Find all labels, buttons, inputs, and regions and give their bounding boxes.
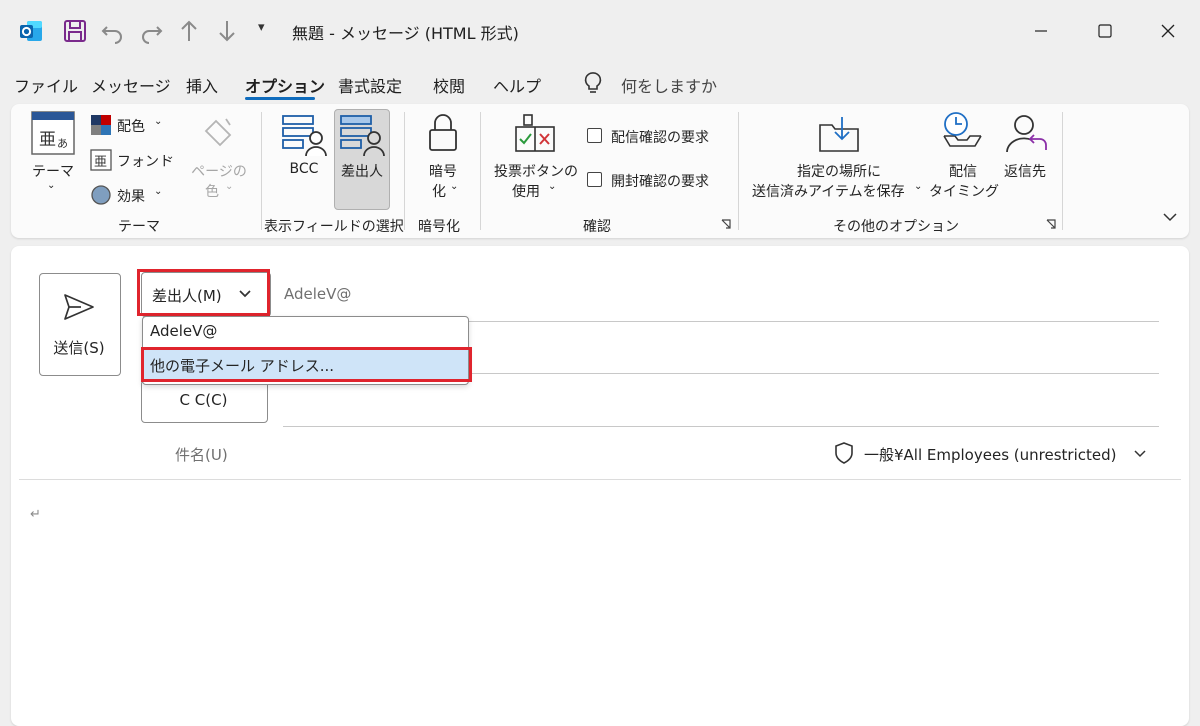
message-body[interactable] xyxy=(19,490,1181,700)
reply-to-label[interactable]: 返信先 xyxy=(996,161,1054,181)
close-button[interactable] xyxy=(1143,14,1193,48)
send-button[interactable] xyxy=(39,273,121,376)
encrypt-label-2[interactable]: 化 xyxy=(432,181,446,201)
maximize-button[interactable] xyxy=(1080,14,1130,48)
lightbulb-icon xyxy=(583,71,603,95)
delay-delivery-label-2[interactable]: タイミング xyxy=(929,181,999,201)
subject-label: 件名(U) xyxy=(175,446,228,464)
group-divider xyxy=(480,112,481,230)
group-divider xyxy=(1062,112,1063,230)
theme-button-label[interactable]: テーマ xyxy=(31,161,75,181)
save-sent-label-2[interactable]: 送信済みアイテムを保存 xyxy=(752,181,905,201)
tab-insert[interactable]: 挿入 xyxy=(186,73,218,97)
customize-toolbar-icon[interactable]: ▾ xyxy=(258,20,265,35)
svg-text:亜: 亜 xyxy=(39,130,56,150)
tracking-group-name: 確認 xyxy=(583,219,611,235)
delivery-receipt-label[interactable]: 配信確認の要求 xyxy=(611,127,709,147)
tab-help[interactable]: ヘルプ xyxy=(493,73,541,97)
reply-to-icon[interactable] xyxy=(1004,112,1048,156)
voting-label-1[interactable]: 投票ボタンの xyxy=(493,161,579,181)
bcc-label[interactable]: BCC xyxy=(281,161,327,177)
page-color-label-1: ページの xyxy=(191,164,247,180)
color-palette-icon[interactable] xyxy=(90,114,112,136)
from-button-highlight xyxy=(137,269,270,316)
encrypt-chevron-icon[interactable]: ⌄ xyxy=(450,181,458,192)
lock-icon[interactable] xyxy=(426,113,460,153)
minimize-button[interactable] xyxy=(1016,14,1066,48)
page-color-icon xyxy=(200,115,236,151)
fonts-chevron-icon[interactable]: ⌄ xyxy=(166,151,174,162)
group-divider xyxy=(738,112,739,230)
cc-button-label[interactable]: C C(C) xyxy=(141,391,266,409)
read-receipt-label[interactable]: 開封確認の要求 xyxy=(611,171,709,191)
delay-delivery-label-1[interactable]: 配信 xyxy=(934,161,992,181)
theme-icon[interactable]: 亜 あ xyxy=(31,111,75,155)
sensitivity-label[interactable]: 一般¥All Employees (unrestricted) xyxy=(864,444,1116,465)
svg-text:あ: あ xyxy=(57,137,68,150)
group-divider xyxy=(261,112,262,230)
group-divider xyxy=(404,112,405,230)
theme-chevron-icon[interactable]: ⌄ xyxy=(47,180,55,191)
outlook-logo-icon xyxy=(18,18,44,44)
encrypt-group-name: 暗号化 xyxy=(418,219,460,235)
encrypt-label-1[interactable]: 暗号 xyxy=(420,161,466,181)
tab-message[interactable]: メッセージ xyxy=(91,73,171,97)
delivery-receipt-checkbox[interactable] xyxy=(587,128,602,143)
page-color-label-2: 色 xyxy=(205,184,219,200)
tell-me-search[interactable]: 何をしますか xyxy=(621,73,717,97)
page-color-chevron-icon: ⌄ xyxy=(225,181,234,192)
voting-label-2[interactable]: 使用 xyxy=(512,181,540,201)
voting-buttons-icon[interactable] xyxy=(514,113,556,155)
tab-file[interactable]: ファイル xyxy=(14,73,78,97)
subject-divider xyxy=(19,479,1181,480)
shield-icon[interactable] xyxy=(834,442,854,464)
tab-options[interactable]: オプション xyxy=(245,73,325,97)
save-sent-label-1[interactable]: 指定の場所に xyxy=(752,161,926,181)
from-field-label[interactable]: 差出人 xyxy=(334,161,390,181)
title-bar: ▾ 無題 - メッセージ (HTML 形式) xyxy=(0,0,1200,62)
fonts-label[interactable]: フォント xyxy=(117,151,173,171)
tracking-dialog-launcher-icon[interactable] xyxy=(721,219,731,229)
more-options-dialog-launcher-icon[interactable] xyxy=(1046,219,1056,229)
fields-group-name: 表示フィールドの選択 xyxy=(264,219,404,235)
effects-label[interactable]: 効果 xyxy=(117,186,145,206)
font-icon[interactable]: 亜 xyxy=(90,149,112,171)
save-icon[interactable] xyxy=(62,18,88,44)
tab-format-text[interactable]: 書式設定 xyxy=(338,73,402,97)
more-options-group-name: その他のオプション xyxy=(833,219,959,235)
redo-icon[interactable] xyxy=(138,18,164,44)
svg-text:亜: 亜 xyxy=(94,155,107,170)
send-icon xyxy=(63,293,95,321)
cc-field-underline xyxy=(283,426,1159,427)
sensitivity-chevron-icon[interactable] xyxy=(1134,449,1146,459)
delay-delivery-icon[interactable] xyxy=(941,110,983,154)
from-field-icon[interactable] xyxy=(339,112,385,158)
undo-icon[interactable] xyxy=(100,18,126,44)
ribbon-expand-chevron-icon[interactable] xyxy=(1162,211,1178,223)
bcc-icon[interactable] xyxy=(281,112,327,158)
voting-chevron-icon[interactable]: ⌄ xyxy=(548,181,556,192)
from-address-value: AdeleV@ xyxy=(284,285,352,303)
read-receipt-checkbox[interactable] xyxy=(587,172,602,187)
effects-icon[interactable] xyxy=(90,184,112,206)
effects-chevron-icon[interactable]: ⌄ xyxy=(154,186,162,197)
theme-group-name: テーマ xyxy=(118,219,160,235)
tab-review[interactable]: 校閲 xyxy=(433,73,465,97)
other-address-highlight xyxy=(141,347,472,382)
active-tab-indicator xyxy=(245,97,315,100)
colors-label[interactable]: 配色 xyxy=(117,116,145,136)
dropdown-item-adelev[interactable]: AdeleV@ xyxy=(150,322,217,340)
save-sent-folder-icon[interactable] xyxy=(818,113,860,155)
save-sent-chevron-icon[interactable]: ⌄ xyxy=(914,181,922,192)
send-button-label[interactable]: 送信(S) xyxy=(39,337,119,358)
previous-item-icon[interactable] xyxy=(176,18,202,44)
window-title: 無題 - メッセージ (HTML 形式) xyxy=(292,24,519,43)
colors-chevron-icon[interactable]: ⌄ xyxy=(154,116,162,127)
next-item-icon[interactable] xyxy=(214,18,240,44)
